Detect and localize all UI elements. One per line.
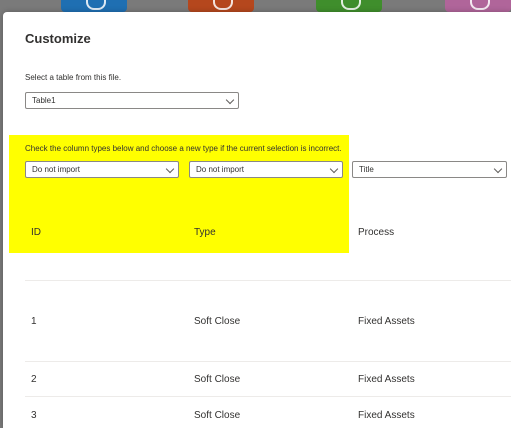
- app-tile-4: [445, 0, 511, 12]
- app-tile-3: [316, 0, 382, 12]
- network-icon: [86, 0, 106, 10]
- table-cell-type: Soft Close: [194, 374, 241, 385]
- table-cell-process: Fixed Assets: [358, 316, 415, 327]
- app-tile-2: [188, 0, 254, 12]
- column-type-select-value: Do not import: [196, 165, 245, 174]
- header-divider: [25, 280, 511, 281]
- column-header-type: Type: [194, 227, 216, 238]
- table-select[interactable]: Table1: [25, 92, 239, 109]
- column-type-select-value: Title: [359, 165, 374, 174]
- column-header-id: ID: [31, 227, 41, 238]
- chevron-down-icon: [165, 164, 175, 174]
- target-icon: [341, 0, 361, 10]
- column-type-select-type[interactable]: Do not import: [189, 161, 343, 178]
- chevron-down-icon: [225, 95, 235, 105]
- table-select-label: Select a table from this file.: [25, 73, 122, 82]
- column-types-label: Check the column types below and choose …: [25, 144, 342, 153]
- chevron-down-icon: [329, 164, 339, 174]
- table-cell-type: Soft Close: [194, 316, 241, 327]
- app-tile-1: [61, 0, 127, 12]
- column-header-process: Process: [358, 227, 395, 238]
- table-cell-id: 2: [31, 374, 37, 385]
- column-type-select-value: Do not import: [32, 165, 81, 174]
- column-type-select-process[interactable]: Title: [352, 161, 507, 178]
- table-cell-id: 1: [31, 316, 37, 327]
- table-cell-process: Fixed Assets: [358, 410, 415, 421]
- customize-panel: Customize Select a table from this file.…: [3, 12, 511, 428]
- row-divider: [25, 396, 511, 397]
- table-cell-process: Fixed Assets: [358, 374, 415, 385]
- panel-title: Customize: [25, 31, 91, 46]
- chevron-down-icon: [493, 164, 503, 174]
- table-cell-type: Soft Close: [194, 410, 241, 421]
- table-select-value: Table1: [32, 96, 56, 105]
- tool-icon: [213, 0, 233, 10]
- table-cell-id: 3: [31, 410, 37, 421]
- circle-icon: [470, 0, 490, 10]
- column-type-select-id[interactable]: Do not import: [25, 161, 179, 178]
- row-divider: [25, 361, 511, 362]
